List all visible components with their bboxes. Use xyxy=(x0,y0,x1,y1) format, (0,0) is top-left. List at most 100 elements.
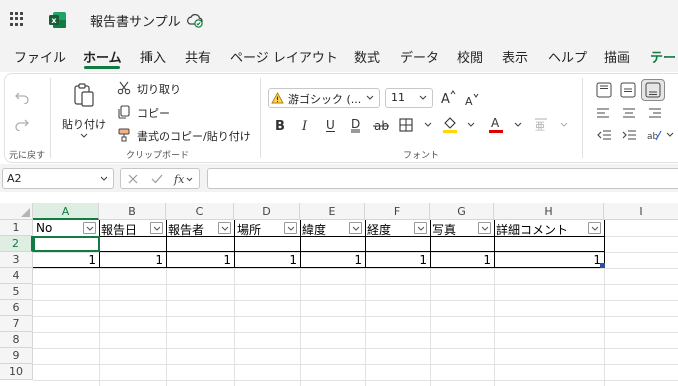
table-resize-handle[interactable] xyxy=(600,263,605,268)
cut-button[interactable]: 切り取り xyxy=(137,81,181,97)
bold-icon[interactable]: B xyxy=(272,117,288,133)
increase-font-size-icon[interactable]: A xyxy=(440,89,456,105)
strikethrough-icon[interactable]: ab xyxy=(372,117,390,133)
increase-indent-icon[interactable] xyxy=(621,129,637,141)
tab-page-layout[interactable]: ページ レイアウト xyxy=(230,47,338,66)
filter-dropdown-button[interactable] xyxy=(150,222,163,234)
filter-dropdown-button[interactable] xyxy=(349,222,362,234)
row-header-6[interactable]: 6 xyxy=(0,300,33,316)
double-underline-icon[interactable]: D xyxy=(348,117,364,133)
copy-button[interactable]: コピー xyxy=(137,105,170,121)
select-all-button[interactable] xyxy=(0,203,33,220)
row-header-8[interactable]: 8 xyxy=(0,332,33,348)
tab-data[interactable]: データ xyxy=(400,47,439,66)
tab-home[interactable]: ホーム xyxy=(83,47,122,66)
column-header-i[interactable]: I xyxy=(604,203,678,220)
align-top-icon[interactable] xyxy=(596,82,612,98)
align-right-icon[interactable] xyxy=(648,107,662,119)
tab-formulas[interactable]: 数式 xyxy=(354,47,380,66)
font-name-dropdown[interactable]: 游ゴシック (... xyxy=(268,88,380,108)
active-cell-a2[interactable] xyxy=(33,236,100,252)
name-box[interactable]: A2 xyxy=(2,168,114,189)
fill-color-icon[interactable] xyxy=(442,115,458,133)
chevron-down-icon[interactable] xyxy=(666,132,674,138)
insert-function-icon[interactable]: fx xyxy=(173,172,193,186)
font-size-dropdown[interactable]: 11 xyxy=(385,88,433,108)
table-cell[interactable]: 1 xyxy=(166,253,231,267)
format-painter-button[interactable]: 書式のコピー/貼り付け xyxy=(137,128,251,144)
column-header-d[interactable]: D xyxy=(234,203,300,220)
filter-dropdown-button[interactable] xyxy=(284,222,297,234)
cancel-icon[interactable] xyxy=(127,173,139,185)
formula-input[interactable] xyxy=(207,168,678,189)
column-header-c[interactable]: C xyxy=(166,203,234,220)
tab-insert[interactable]: 挿入 xyxy=(140,47,166,66)
phonetic-guide-icon[interactable]: 亜 xyxy=(533,115,549,133)
table-cell[interactable]: 1 xyxy=(234,253,297,267)
copy-icon[interactable] xyxy=(117,105,131,119)
table-header-cell[interactable]: 詳細コメント xyxy=(496,221,568,238)
chevron-down-icon[interactable] xyxy=(424,122,432,128)
table-header-cell[interactable]: 写真 xyxy=(432,221,456,238)
row-header-4[interactable]: 4 xyxy=(0,268,33,284)
table-header-cell[interactable]: 緯度 xyxy=(302,221,326,238)
column-header-a[interactable]: A xyxy=(33,203,99,220)
row-header-5[interactable]: 5 xyxy=(0,284,33,300)
chevron-down-icon[interactable] xyxy=(514,122,522,128)
table-cell[interactable]: 1 xyxy=(365,253,427,267)
filter-dropdown-button[interactable] xyxy=(588,222,601,234)
align-bottom-button[interactable] xyxy=(641,79,665,101)
tab-table-design[interactable]: テー xyxy=(650,47,676,66)
row-header-7[interactable]: 7 xyxy=(0,316,33,332)
tab-draw[interactable]: 描画 xyxy=(604,47,630,66)
align-middle-icon[interactable] xyxy=(620,82,636,98)
table-cell[interactable]: 1 xyxy=(300,253,362,267)
column-header-h[interactable]: H xyxy=(494,203,604,220)
align-center-icon[interactable] xyxy=(622,107,636,119)
table-cell[interactable]: 1 xyxy=(33,253,96,267)
decrease-font-size-icon[interactable]: A xyxy=(464,91,480,107)
tab-help[interactable]: ヘルプ xyxy=(548,47,587,66)
row-header-3[interactable]: 3 xyxy=(0,252,33,268)
filter-dropdown-button[interactable] xyxy=(83,222,96,234)
tab-share[interactable]: 共有 xyxy=(185,47,211,66)
paste-icon[interactable] xyxy=(72,82,96,108)
table-cell[interactable]: 1 xyxy=(99,253,163,267)
column-header-g[interactable]: G xyxy=(430,203,494,220)
italic-icon[interactable]: I xyxy=(298,117,314,133)
row-header-9[interactable]: 9 xyxy=(0,348,33,364)
chevron-down-icon[interactable] xyxy=(467,122,475,128)
chevron-down-icon[interactable] xyxy=(560,122,568,128)
tab-file[interactable]: ファイル xyxy=(14,47,66,66)
row-header-10[interactable]: 10 xyxy=(0,364,33,380)
table-header-cell[interactable]: 報告者 xyxy=(168,221,204,238)
chevron-down-icon[interactable] xyxy=(80,133,88,139)
tab-review[interactable]: 校閲 xyxy=(457,47,483,66)
underline-icon[interactable]: U xyxy=(323,117,339,133)
format-painter-icon[interactable] xyxy=(117,128,131,142)
row-header-2[interactable]: 2 xyxy=(0,236,33,252)
filter-dropdown-button[interactable] xyxy=(414,222,427,234)
redo-icon[interactable] xyxy=(14,117,30,131)
table-header-cell[interactable]: 場所 xyxy=(237,221,261,238)
font-color-icon[interactable]: A xyxy=(488,115,504,133)
cut-icon[interactable] xyxy=(117,81,131,95)
paste-button[interactable]: 貼り付け xyxy=(62,116,106,132)
undo-icon[interactable] xyxy=(14,90,30,104)
app-launcher-icon[interactable] xyxy=(10,12,24,26)
table-cell[interactable]: 1 xyxy=(430,253,491,267)
enter-icon[interactable] xyxy=(151,173,163,185)
filter-dropdown-button[interactable] xyxy=(478,222,491,234)
align-left-icon[interactable] xyxy=(596,107,610,119)
table-cell[interactable]: 1 xyxy=(494,253,601,267)
column-header-b[interactable]: B xyxy=(99,203,166,220)
decrease-indent-icon[interactable] xyxy=(596,129,612,141)
table-header-cell[interactable]: No xyxy=(36,221,52,235)
borders-icon[interactable] xyxy=(398,117,414,133)
column-header-e[interactable]: E xyxy=(300,203,365,220)
document-title[interactable]: 報告書サンプル xyxy=(90,11,181,30)
orientation-icon[interactable]: ab xyxy=(646,128,662,142)
row-header-1[interactable]: 1 xyxy=(0,220,33,236)
cloud-saved-icon[interactable] xyxy=(186,12,204,28)
column-header-f[interactable]: F xyxy=(365,203,430,220)
